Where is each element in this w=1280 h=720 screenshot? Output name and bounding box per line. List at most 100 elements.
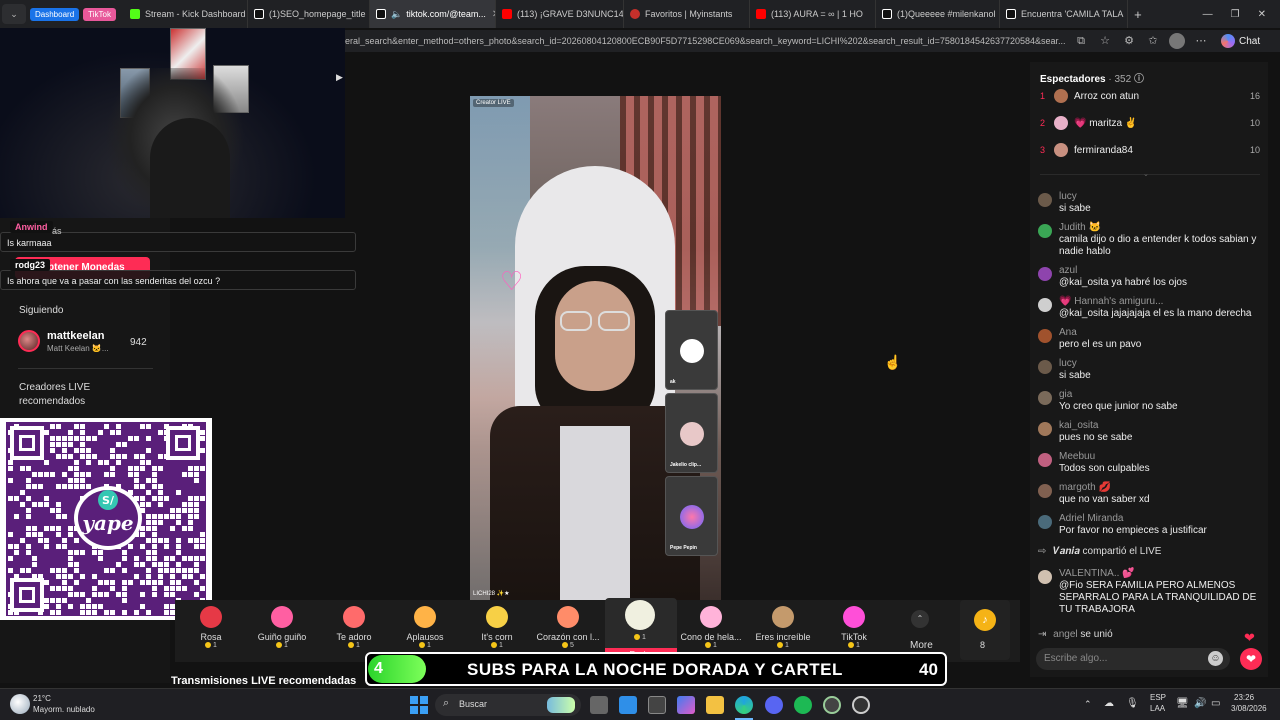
copilot-chat-button[interactable]: Chat [1221, 34, 1260, 48]
volume-icon[interactable]: 🔊 [1194, 698, 1206, 709]
battery-icon[interactable]: ▭ [1211, 698, 1220, 709]
app-icon[interactable] [823, 696, 841, 714]
file-explorer-icon[interactable] [706, 696, 724, 714]
store-icon[interactable] [648, 696, 666, 714]
avatar[interactable] [1038, 298, 1052, 312]
chevron-up-tray-icon[interactable]: ⌃ [1084, 699, 1092, 710]
gift-item[interactable]: 1 [605, 600, 675, 641]
open-in-app-icon[interactable]: ⧉ [1073, 33, 1089, 49]
avatar[interactable] [1038, 484, 1052, 498]
chat-username[interactable]: Ana [1059, 327, 1077, 338]
network-icon[interactable]: 🖥 [1176, 698, 1189, 709]
windows-start-icon[interactable] [410, 696, 428, 714]
minimize-icon[interactable]: — [1203, 9, 1213, 20]
avatar[interactable] [1038, 570, 1052, 584]
notes-app-icon[interactable] [619, 696, 637, 714]
coin-wallet[interactable]: ♪ 8 [960, 600, 1010, 660]
following-item[interactable]: mattkeelan Matt Keelan 🐱... 942 [18, 330, 158, 356]
top-viewer-row[interactable]: 1 Arroz con atun 16 [1040, 87, 1260, 105]
chat-username[interactable]: VALENTINA.. 💕 [1059, 568, 1135, 579]
chat-username[interactable]: Judith 🐱 [1059, 222, 1101, 233]
guest-tile[interactable]: Jakelio clip... [665, 393, 718, 473]
tab-group-dashboard[interactable]: Dashboard [30, 7, 80, 21]
avatar[interactable] [1038, 193, 1052, 207]
discord-icon[interactable] [765, 696, 783, 714]
close-icon[interactable]: ✕ [486, 9, 495, 20]
gift-item[interactable]: Eres increíble 1 [748, 604, 818, 649]
maximize-icon[interactable]: ❐ [1231, 9, 1240, 20]
chat-username[interactable]: kai_osita [1059, 420, 1098, 431]
chat-input[interactable]: Escribe algo... ☺ [1036, 648, 1230, 670]
overlay-message-text: Is ahora que va a pasar con las senderit… [7, 276, 221, 286]
task-view-icon[interactable] [590, 696, 608, 714]
tab-group-tiktok[interactable]: TikTok [83, 7, 116, 21]
more-menu-icon[interactable]: ⋯ [1193, 33, 1209, 49]
extensions-icon[interactable]: ⚙ [1121, 33, 1137, 49]
tab-youtube-grave[interactable]: (113) ¡GRAVE D3NUNC14 [496, 0, 624, 28]
more-gifts-button[interactable]: More [910, 640, 933, 651]
viewer-name: fermiranda84 [1074, 144, 1133, 156]
chat-username[interactable]: Adriel Miranda [1059, 513, 1123, 524]
taskbar-search[interactable]: ⌕ Buscar [435, 694, 581, 716]
onedrive-icon[interactable]: ☁ [1104, 698, 1114, 709]
avatar[interactable] [1038, 329, 1052, 343]
avatar[interactable] [1038, 391, 1052, 405]
edge-browser-icon[interactable] [735, 696, 753, 714]
spotify-icon[interactable] [794, 696, 812, 714]
top-viewer-row[interactable]: 3 fermiranda84 10 [1040, 141, 1260, 159]
like-heart-button[interactable]: ❤ [1240, 648, 1262, 670]
favorites-icon[interactable]: ✩ [1145, 33, 1161, 49]
tab-queeeee[interactable]: (1)Queeeee #milenkanol [876, 0, 1000, 28]
guest-tile[interactable]: ak [665, 310, 718, 390]
chat-username[interactable]: azul [1059, 265, 1077, 276]
gift-item[interactable]: Cono de hela... 1 [676, 604, 746, 649]
favorite-star-icon[interactable]: ☆ [1097, 33, 1113, 49]
join-icon: ⇥ [1038, 629, 1047, 640]
tab-camila[interactable]: Encuentra 'CAMILA TALA [1000, 0, 1128, 28]
chevron-down-icon[interactable]: ⌄ [1143, 170, 1149, 178]
gift-item[interactable]: Te adoro 1 [319, 604, 389, 649]
gift-item[interactable]: Corazón con l... 5 [533, 604, 603, 649]
avatar[interactable] [1038, 360, 1052, 374]
avatar[interactable] [1038, 267, 1052, 281]
tab-youtube-aura[interactable]: (113) AURA = ∞ | 1 HO [750, 0, 876, 28]
chat-username[interactable]: lucy [1059, 358, 1077, 369]
gift-item[interactable]: Guiño guiño 1 [247, 604, 317, 649]
gift-item[interactable]: Rosa 1 [176, 604, 246, 649]
chat-username[interactable]: 💗 Hannah's amiguru... [1059, 296, 1163, 307]
language-indicator[interactable]: ESP [1150, 693, 1166, 702]
avatar[interactable] [1038, 515, 1052, 529]
emoji-icon[interactable]: ☺ [1208, 651, 1223, 666]
copilot-app-icon[interactable] [677, 696, 695, 714]
tab-myinstants[interactable]: Favoritos | Myinstants [624, 0, 750, 28]
chat-username[interactable]: margoth 💋 [1059, 482, 1111, 493]
clock-time[interactable]: 23:26 [1234, 693, 1254, 702]
top-viewer-row[interactable]: 2 💗 maritza ✌ 10 [1040, 114, 1260, 132]
chat-username[interactable]: gia [1059, 389, 1072, 400]
avatar[interactable] [1038, 224, 1052, 238]
close-window-icon[interactable]: ✕ [1258, 9, 1266, 20]
chevron-up-icon[interactable]: ⌃ [911, 610, 929, 628]
avatar[interactable] [1038, 453, 1052, 467]
gift-item[interactable]: TikTok 1 [819, 604, 889, 649]
guest-tile[interactable]: Pepe Pepin [665, 476, 718, 556]
tab-list-button[interactable]: ⌄ [2, 4, 26, 24]
chat-username[interactable]: Meebuu [1059, 451, 1095, 462]
kick-icon [129, 9, 140, 19]
tab-kick-dashboard[interactable]: Stream - Kick Dashboard [124, 0, 248, 28]
url-field[interactable]: eral_search&enter_method=others_photo&se… [345, 36, 1065, 46]
obs-icon[interactable] [852, 696, 870, 714]
gift-item[interactable]: It's corn 1 [462, 604, 532, 649]
clock-date[interactable]: 3/08/2026 [1231, 704, 1267, 713]
gift-icon [343, 606, 365, 628]
chat-username[interactable]: lucy [1059, 191, 1077, 202]
tab-seo[interactable]: (1)SEO_homepage_title [248, 0, 370, 28]
collapse-arrow-icon[interactable]: ▶ [336, 72, 343, 83]
profile-avatar[interactable] [1169, 33, 1185, 49]
microphone-icon[interactable]: 🎙 [1126, 698, 1139, 709]
gift-item[interactable]: Aplausos 1 [390, 604, 460, 649]
avatar[interactable] [1038, 422, 1052, 436]
new-tab-button[interactable]: + [1128, 7, 1148, 22]
tab-tiktok-team[interactable]: 🔈tiktok.com/@team...✕ [369, 0, 496, 28]
info-icon[interactable]: ⓘ [1134, 74, 1144, 85]
